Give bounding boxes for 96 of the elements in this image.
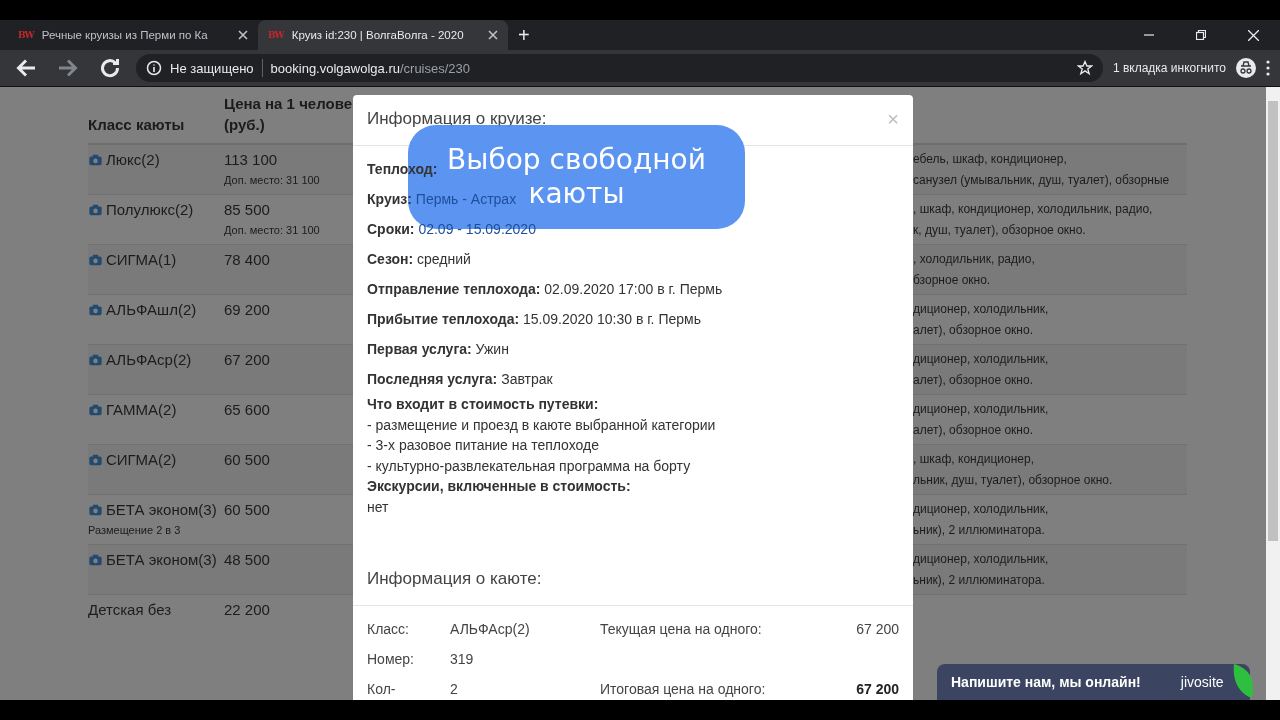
price-cell: 78 400 [224, 251, 270, 268]
scrollbar-thumb[interactable] [1268, 101, 1278, 541]
cabin-description: к, душ, туалет), обзорное окно. [913, 222, 1087, 239]
field-label: Сроки: [367, 221, 415, 237]
price-cell: 65 600 [224, 401, 270, 418]
field-value: 319 [450, 650, 475, 669]
security-label: Не защищено [170, 60, 254, 76]
close-icon[interactable] [238, 30, 248, 40]
cabin-description: диционер, холодильник, [913, 351, 1050, 368]
cabin-description: алет), обзорное окно. [913, 422, 1034, 439]
field-label: Отправление теплохода: [367, 281, 541, 297]
field-label: Последняя услуга: [367, 371, 498, 387]
chat-prompt: Напишите нам, мы онлайн! [951, 674, 1141, 690]
list-item: - культурно-развлекательная программа на борту [367, 457, 691, 474]
field-value: Ужин [475, 341, 509, 357]
cabin-description: алет), обзорное окно. [913, 322, 1034, 339]
camera-icon[interactable] [88, 453, 103, 467]
camera-icon[interactable] [88, 403, 103, 417]
cabin-description: диционер, холодильник, [913, 501, 1050, 518]
field-label: Номер: [367, 650, 415, 669]
cabin-description: бзорное окно. [913, 272, 992, 289]
url-text: booking.volgawolga.ru/cruises/230 [270, 60, 471, 76]
camera-icon[interactable] [88, 153, 103, 167]
camera-icon[interactable] [88, 503, 103, 517]
section-title: Информация о каюте: [367, 569, 542, 588]
cabin-class-cell[interactable]: БЕТА эконом(3) [88, 501, 217, 518]
incognito-label[interactable]: 1 вкладка инкогнито [1112, 61, 1226, 75]
cabin-description: , холодильник, радио, [913, 251, 1036, 268]
cabin-class-cell[interactable]: Полулюкс(2) [88, 201, 194, 218]
info-icon [146, 60, 162, 76]
field-label: Первая услуга: [367, 341, 472, 357]
cabin-class-cell[interactable]: АЛЬФАшл(2) [88, 301, 197, 318]
camera-icon[interactable] [88, 303, 103, 317]
cabin-note: Размещение 2 в 3 [88, 523, 182, 538]
cabin-description: диционер, холодильник, [913, 401, 1050, 418]
close-icon[interactable] [488, 30, 498, 40]
excursions-value: нет [367, 498, 389, 515]
cabin-description: ьник), 2 иллюминатора. [913, 572, 1046, 589]
cabin-description: , шкаф, кондиционер, [913, 451, 1035, 468]
camera-icon[interactable] [88, 203, 103, 217]
cabin-description: льник, душ, туалет), обзорное окно. [913, 472, 1114, 489]
cabin-description: ьник), 2 иллюминатора. [913, 522, 1046, 539]
cabin-description: диционер, холодильник, [913, 301, 1050, 318]
cabin-description: алет), обзорное окно. [913, 372, 1034, 389]
field-value: средний [417, 251, 471, 267]
field-value: 15.09.2020 10:30 в г. Пермь [523, 311, 701, 327]
browser-tab[interactable]: BW Круиз id:230 | ВолгаВолга - 2020 [258, 20, 508, 50]
field-label: Сезон: [367, 251, 414, 267]
price-cell: 85 500 [224, 201, 270, 218]
price-cell: 60 500 [224, 501, 270, 518]
chat-brand: jivosite [1180, 674, 1224, 690]
list-item: - размещение и проезд в каюте выбранной категории [367, 416, 716, 433]
extra-bed-price: Доп. место: 31 100 [224, 223, 321, 238]
menu-icon [1266, 60, 1270, 76]
camera-icon[interactable] [88, 553, 103, 567]
price-value: 67 200 [856, 621, 899, 637]
price-label: Текущая цена на одного: [600, 621, 762, 637]
field-value: Завтрак [501, 371, 553, 387]
field-value: 02.09.2020 17:00 в г. Пермь [544, 281, 723, 297]
incognito-icon [1236, 58, 1256, 78]
price-cell: 60 500 [224, 451, 270, 468]
cabin-class-cell[interactable]: Люкс(2) [88, 151, 160, 168]
field-value: 2 [450, 680, 459, 699]
favicon: BW [268, 30, 284, 40]
field-value: АЛЬФАср(2) [450, 620, 531, 639]
price-cell: 113 100 [224, 151, 278, 168]
cabin-class-cell[interactable]: Детская без [88, 601, 172, 618]
camera-icon[interactable] [88, 253, 103, 267]
favicon: BW [18, 30, 34, 40]
section-heading: Экскурсии, включенные в стоимость: [367, 478, 631, 494]
star-icon [1076, 60, 1093, 76]
price-cell: 69 200 [224, 301, 270, 318]
section-heading: Что входит в стоимость путевки: [367, 396, 599, 412]
browser-tab[interactable]: BW Речные круизы из Перми по Ка [8, 20, 258, 50]
list-item: - 3-х разовое питание на теплоходе [367, 437, 600, 453]
restore-icon[interactable] [1196, 30, 1206, 40]
address-bar[interactable]: Не защищено booking.volgawolga.ru/cruises/230 [136, 54, 1103, 82]
chat-widget[interactable]: Напишите нам, мы онлайн! jivosite [937, 664, 1250, 700]
price-value: 67 200 [856, 681, 899, 697]
camera-icon[interactable] [88, 353, 103, 367]
new-tab-button[interactable]: + [508, 23, 540, 47]
field-label: Класс: [367, 620, 410, 639]
extra-bed-price: Доп. место: 31 100 [224, 173, 321, 188]
cabin-class-cell[interactable]: ГАММА(2) [88, 401, 177, 418]
cruise-link[interactable]: Пермь - Астрах [415, 191, 517, 207]
cabin-description: санузел (умывальник, душ, туалет), обзорные [913, 172, 1171, 189]
price-cell: 48 500 [224, 551, 270, 568]
price-label: Итоговая цена на одного: [600, 681, 766, 697]
price-cell: 22 200 [224, 601, 270, 618]
field-label: Кол- [367, 680, 397, 699]
cabin-description: ебель, шкаф, кондиционер, [913, 151, 1068, 168]
dialog-title: Информация о круизе: [367, 109, 547, 129]
cabin-description: , шкаф, кондиционер, холодильник, радио, [913, 201, 1154, 218]
field-label: Прибытие теплохода: [367, 311, 520, 327]
price-cell: 67 200 [224, 351, 270, 368]
cabin-description: диционер, холодильник, [913, 551, 1050, 568]
